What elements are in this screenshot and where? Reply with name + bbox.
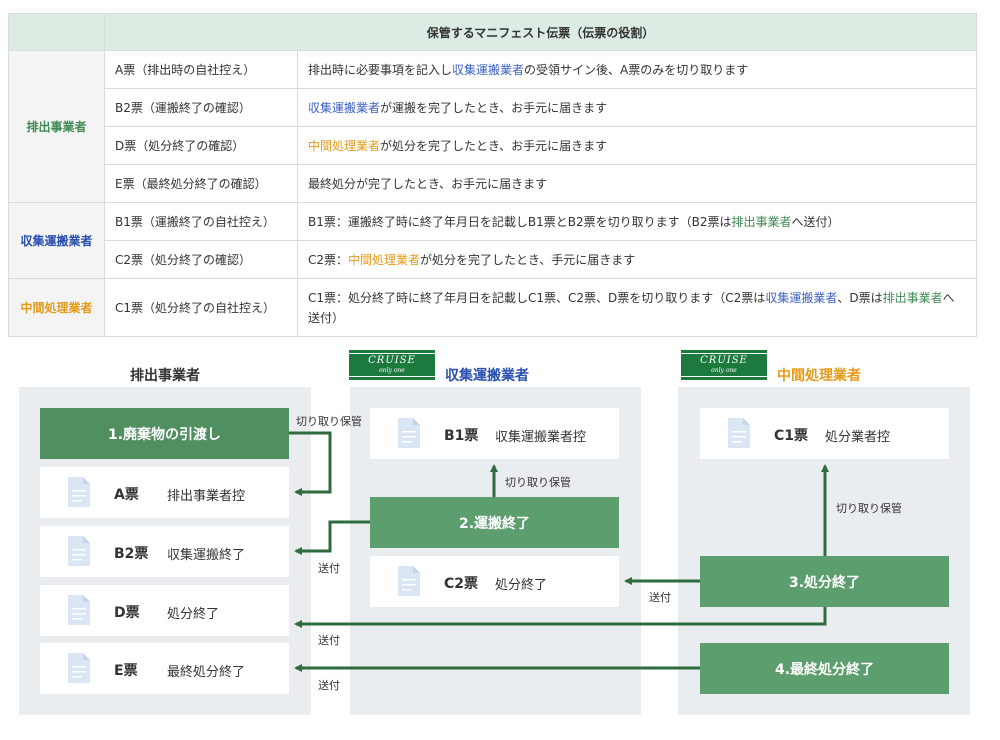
note-cut-keep-3: 切り取り保管 xyxy=(836,502,902,515)
note-cut-keep-2: 切り取り保管 xyxy=(505,476,571,489)
note-send-b2: 送付 xyxy=(318,562,340,575)
note-send-d: 送付 xyxy=(318,634,340,647)
note-send-e: 送付 xyxy=(318,679,340,692)
note-cut-keep-1: 切り取り保管 xyxy=(296,415,362,428)
flow-arrows xyxy=(289,431,829,672)
note-send-c2: 送付 xyxy=(649,591,671,604)
